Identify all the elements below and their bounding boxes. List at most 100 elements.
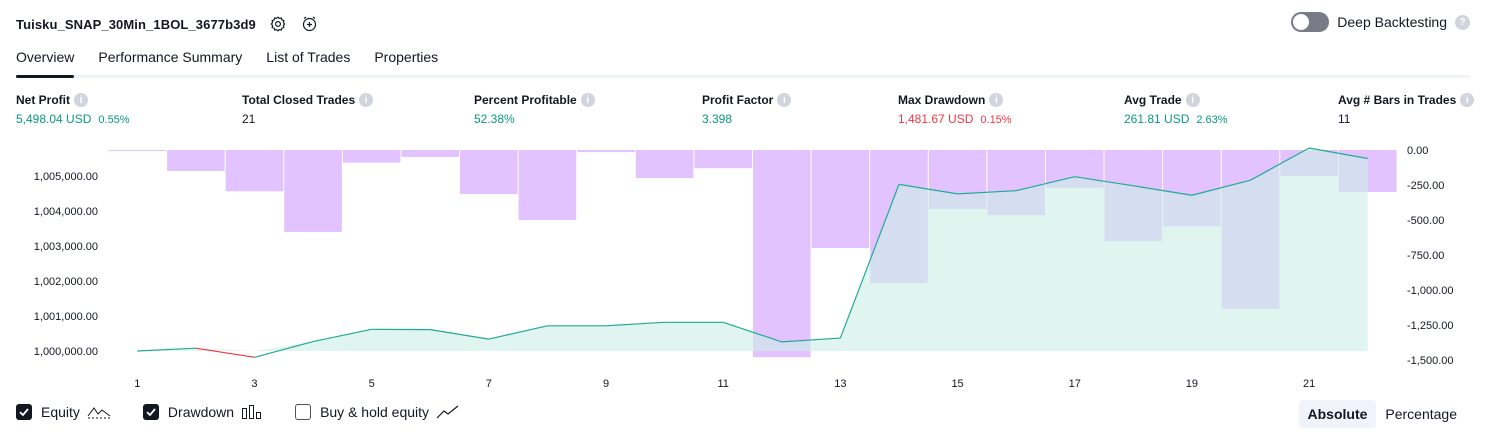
left-tick-label: 1,005,000.00	[34, 171, 98, 183]
left-tick-label: 1,001,000.00	[34, 311, 98, 323]
right-tick-label: -250.00	[1407, 180, 1444, 192]
equity-drawdown-chart[interactable]: 1,000,000.00 1,001,000.00 1,002,000.00 1,00…	[0, 140, 1486, 398]
metric-profit-factor: Profit Factor i 3.398	[702, 93, 792, 126]
metric-value: 3.398	[702, 112, 733, 126]
strategy-title: Tuisku_SNAP_30Min_1BOL_3677b3d9	[16, 16, 256, 32]
metric-avg-bars: Avg # Bars in Trades i 11	[1338, 93, 1475, 126]
deep-backtesting: Deep Backtesting ?	[1291, 12, 1470, 32]
x-tick-label: 21	[1303, 378, 1315, 390]
right-axis-ticks: 0.00 -250.00 -500.00 -750.00 -1,000.00 -1,250…	[1407, 145, 1453, 367]
right-tick-label: -750.00	[1407, 250, 1444, 262]
left-tick-label: 1,003,000.00	[34, 241, 98, 253]
tab-properties[interactable]: Properties	[374, 44, 438, 75]
buy-hold-checkbox[interactable]	[295, 404, 312, 420]
drawdown-bar	[167, 150, 225, 171]
deep-backtesting-label: Deep Backtesting	[1337, 14, 1447, 30]
info-icon[interactable]: i	[777, 93, 792, 107]
metric-percent: 0.15%	[980, 114, 1012, 126]
x-axis-ticks: 1 3 5 7 9 11 13 15 17 19 21	[134, 378, 1315, 390]
tab-overview[interactable]: Overview	[16, 44, 75, 78]
x-tick-label: 9	[603, 378, 609, 390]
drawdown-bar	[342, 150, 401, 163]
metric-value: 261.81 USD	[1124, 112, 1190, 126]
right-tick-label: -500.00	[1407, 215, 1444, 227]
metric-max-drawdown: Max Drawdown i 1,481.67 USD 0.15%	[898, 93, 1012, 126]
drawdown-bar	[518, 150, 577, 220]
drawdown-checkbox[interactable]	[142, 404, 159, 420]
toggle-knob	[1293, 14, 1310, 30]
tab-bar: Overview Performance Summary List of Tra…	[16, 44, 1470, 78]
metric-label: Percent Profitable	[474, 93, 577, 107]
x-tick-label: 15	[951, 378, 963, 390]
metric-avg-trade: Avg Trade i 261.81 USD 2.63%	[1124, 93, 1228, 126]
info-icon[interactable]: i	[74, 93, 88, 107]
x-tick-label: 11	[717, 378, 728, 390]
value-mode-switch: Absolute Percentage	[1298, 400, 1467, 428]
left-tick-label: 1,002,000.00	[34, 276, 98, 288]
x-tick-label: 17	[1069, 378, 1081, 390]
right-tick-label: 0.00	[1407, 145, 1428, 157]
drawdown-bar	[401, 150, 460, 157]
drawdown-bar	[225, 150, 284, 192]
x-tick-label: 19	[1186, 378, 1198, 390]
left-tick-label: 1,000,000.00	[34, 346, 98, 358]
add-alert-clock-icon[interactable]	[300, 14, 320, 34]
metric-percent: 2.63%	[1196, 114, 1228, 126]
settings-gear-icon[interactable]	[268, 14, 288, 34]
metric-value: 21	[242, 112, 256, 126]
drawdown-bar	[694, 150, 752, 169]
x-tick-label: 13	[834, 378, 846, 390]
x-tick-label: 3	[251, 378, 257, 390]
metric-label: Profit Factor	[702, 93, 774, 107]
metric-label: Net Profit	[16, 93, 70, 107]
tab-list-of-trades[interactable]: List of Trades	[266, 44, 350, 75]
metric-percent: 0.55%	[98, 114, 130, 126]
left-tick-label: 1,004,000.00	[34, 206, 98, 218]
drawdown-bars-icon	[241, 404, 263, 420]
metric-label: Max Drawdown	[898, 93, 986, 107]
metric-percent-profitable: Percent Profitable i 52.38%	[474, 93, 595, 126]
x-tick-label: 7	[486, 378, 492, 390]
metric-total-closed-trades: Total Closed Trades i 21	[242, 93, 374, 126]
drawdown-bar	[108, 150, 167, 151]
info-icon[interactable]: i	[580, 93, 595, 107]
legend-label: Drawdown	[167, 404, 235, 420]
help-question-icon[interactable]: ?	[1455, 14, 1470, 30]
metric-value: 11	[1338, 112, 1351, 126]
absolute-mode-button[interactable]: Absolute	[1298, 400, 1377, 428]
equity-checkbox[interactable]	[16, 404, 32, 420]
tab-performance-summary[interactable]: Performance Summary	[98, 44, 242, 75]
drawdown-bar	[284, 150, 342, 232]
info-icon[interactable]: i	[1185, 93, 1200, 107]
percentage-mode-button[interactable]: Percentage	[1376, 400, 1466, 428]
right-tick-label: -1,500.00	[1407, 355, 1453, 367]
drawdown-bar	[460, 150, 518, 195]
metric-value: 5,498.04 USD	[16, 112, 92, 126]
equity-segment	[195, 347, 255, 358]
buy-hold-line-icon	[436, 404, 460, 420]
legend-label: Buy & hold equity	[320, 404, 430, 420]
right-tick-label: -1,250.00	[1407, 320, 1453, 332]
legend-buy-hold[interactable]: Buy & hold equity	[295, 404, 460, 420]
metric-value: 1,481.67 USD	[898, 112, 974, 126]
metrics-row: Net Profit i 5,498.04 USD 0.55% Total Clos…	[0, 93, 1486, 133]
legend-label: Equity	[41, 404, 80, 420]
drawdown-bar	[811, 150, 870, 248]
drawdown-bar	[753, 150, 811, 358]
info-icon[interactable]: i	[989, 93, 1004, 107]
legend-drawdown[interactable]: Drawdown	[142, 404, 263, 420]
metric-label: Avg Trade	[1124, 93, 1182, 107]
info-icon[interactable]: i	[359, 93, 374, 107]
deep-backtesting-toggle[interactable]	[1291, 12, 1330, 32]
metric-net-profit: Net Profit i 5,498.04 USD 0.55%	[16, 93, 130, 126]
chart-legend: Equity Drawdown Buy & hold equity	[16, 404, 492, 420]
legend-equity[interactable]: Equity	[16, 404, 111, 420]
metric-label: Avg # Bars in Trades	[1338, 93, 1457, 107]
x-tick-label: 5	[369, 378, 375, 390]
equity-line-icon	[87, 404, 111, 420]
metric-value: 52.38%	[474, 112, 515, 126]
drawdown-bar	[577, 150, 635, 153]
info-icon[interactable]: i	[1460, 93, 1475, 107]
strategy-header: Tuisku_SNAP_30Min_1BOL_3677b3d9	[16, 10, 320, 38]
metric-label: Total Closed Trades	[242, 93, 356, 107]
